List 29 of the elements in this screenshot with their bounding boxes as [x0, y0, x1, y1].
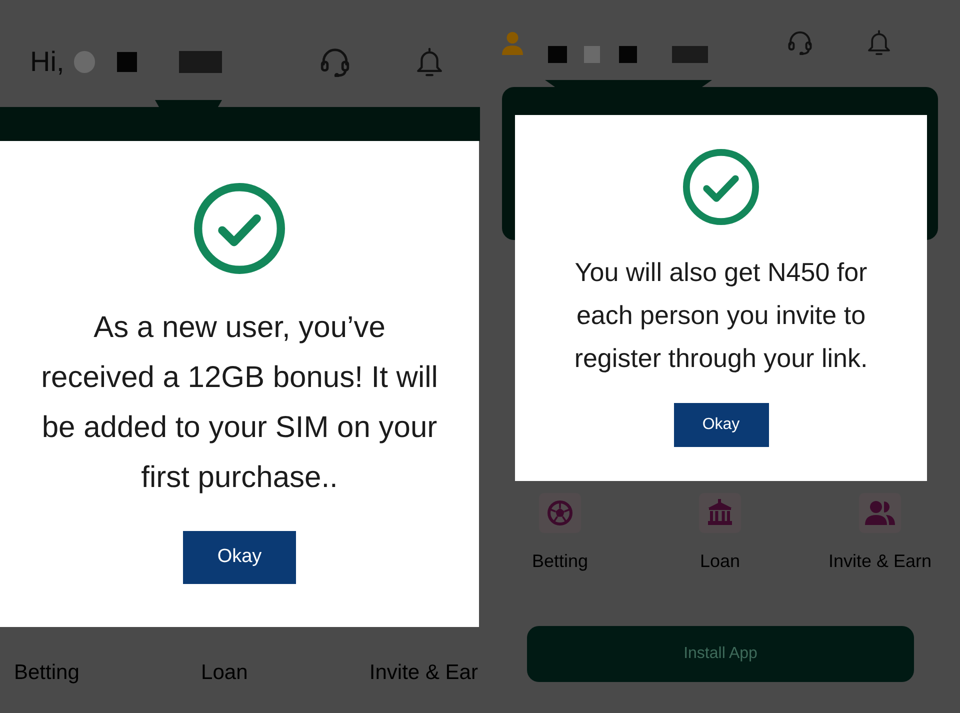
redaction-block [74, 51, 96, 73]
redaction-block [619, 46, 637, 63]
install-app-button[interactable]: Install App [527, 626, 914, 682]
redaction-block [179, 51, 222, 73]
redaction-block [117, 52, 138, 72]
redaction-block [672, 46, 708, 63]
shortcut-button[interactable]: Loan [640, 493, 800, 572]
shortcut-button[interactable]: Betting [480, 493, 640, 572]
headset-icon[interactable] [787, 30, 813, 55]
greeting-text: Hi, [30, 48, 64, 76]
redaction-block [548, 46, 567, 63]
shortcut-button[interactable]: Loan [201, 660, 248, 686]
headset-icon[interactable] [320, 47, 350, 77]
okay-button[interactable]: Okay [674, 403, 768, 447]
shortcut-button[interactable]: Invite & Ear [369, 660, 478, 686]
people-icon [859, 493, 901, 533]
shortcut-button[interactable]: Betting [14, 660, 80, 686]
redaction-block [584, 46, 600, 63]
bank-icon [699, 493, 741, 533]
person-icon[interactable] [502, 32, 523, 55]
shortcut-button[interactable]: Invite & Earn [800, 493, 960, 572]
check-circle-icon [683, 149, 759, 225]
bell-icon[interactable] [417, 47, 442, 77]
dialog-message: You will also get N450 for each person you invite to register through your link. [574, 256, 868, 375]
okay-button[interactable]: Okay [183, 531, 296, 584]
header-notch [155, 100, 222, 107]
dialog-message: As a new user, you’ve received a 12GB bonus! It will be added to your SIM on your first purchase.. [41, 310, 438, 496]
bell-icon[interactable] [868, 30, 890, 55]
check-circle-icon [194, 183, 285, 274]
